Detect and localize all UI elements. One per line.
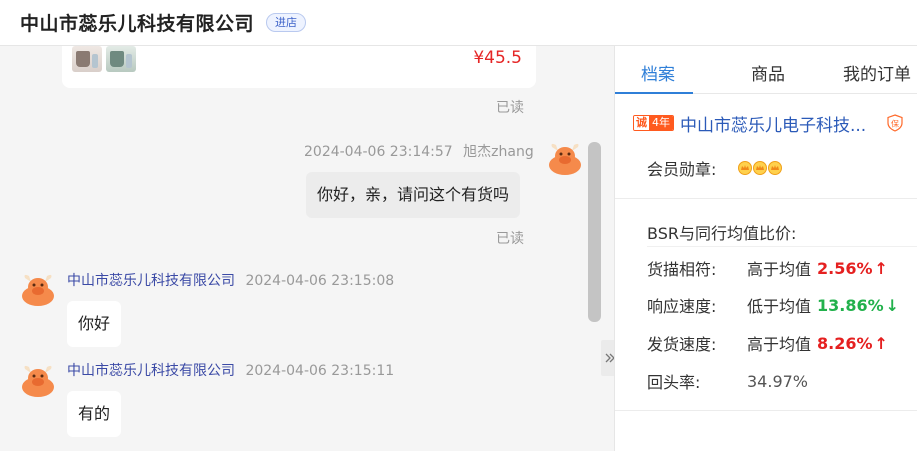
metric-value: 8.26%: [817, 333, 873, 353]
cow-avatar-icon[interactable]: [20, 361, 56, 397]
metric-repeat-rate: 回头率: 34.97%: [647, 370, 809, 393]
message-bubble: 有的: [67, 391, 122, 437]
tab-products[interactable]: 商品: [751, 60, 785, 85]
shop-name-link[interactable]: 中山市蕊乐儿电子科技...: [680, 111, 866, 136]
message-meta: 中山市蕊乐儿科技有限公司 2024-04-06 23:15:08: [67, 270, 394, 290]
message-meta: 2024-04-06 23:14:57 旭杰zhang: [304, 141, 534, 161]
metric-label: 响应速度:: [647, 297, 717, 316]
shop-info-panel: 档案 商品 我的订单 诚 4年 中山市蕊乐儿电子科技... 保 会员勋章: BS…: [614, 46, 917, 451]
read-status: 已读: [496, 100, 524, 116]
message-sender: 中山市蕊乐儿科技有限公司: [67, 273, 235, 289]
product-thumbnail: [72, 46, 102, 72]
member-medals: [738, 161, 783, 175]
chat-scrollbar[interactable]: [588, 142, 601, 322]
message-bubble: 你好: [67, 301, 122, 347]
cheng-badge-years: 4年: [649, 116, 673, 130]
metric-comparison: 高于均值: [747, 260, 812, 279]
member-medal-label: 会员勋章:: [647, 160, 717, 179]
product-thumbnail: [106, 46, 136, 72]
shop-info-row: 诚 4年 中山市蕊乐儿电子科技...: [633, 111, 866, 136]
message-time: 2024-04-06 23:14:57: [304, 144, 453, 160]
metric-value: 2.56%: [817, 258, 873, 278]
crown-medal-icon: [753, 161, 768, 175]
message-time: 2024-04-06 23:15:08: [245, 273, 395, 289]
tab-profile[interactable]: 档案: [641, 60, 675, 85]
shield-bao-icon[interactable]: 保: [887, 114, 903, 132]
message-sender: 旭杰zhang: [463, 144, 534, 160]
metric-label: 发货速度:: [647, 335, 717, 354]
crown-medal-icon: [738, 161, 753, 175]
bsr-title: BSR与同行均值比价:: [647, 224, 797, 243]
message-bubble: 你好，亲，请问这个有货吗: [306, 172, 521, 218]
section-divider: [615, 198, 917, 199]
panel-tabs: 档案 商品 我的订单: [615, 46, 917, 94]
arrow-up-icon: ↑: [874, 258, 888, 278]
read-status: 已读: [496, 231, 524, 247]
message-sender: 中山市蕊乐儿科技有限公司: [67, 363, 235, 379]
active-tab-indicator: [615, 92, 693, 94]
metric-label: 货描相符:: [647, 260, 717, 279]
tab-my-orders[interactable]: 我的订单: [843, 60, 911, 85]
svg-text:保: 保: [891, 119, 899, 129]
metric-description-match: 货描相符: 高于均值 2.56% ↑: [647, 257, 888, 280]
metric-value: 34.97%: [747, 371, 809, 391]
message-meta: 中山市蕊乐儿科技有限公司 2024-04-06 23:15:11: [67, 360, 394, 380]
chat-header: 中山市蕊乐儿科技有限公司 进店: [0, 0, 917, 46]
metric-value: 13.86%: [817, 295, 884, 315]
member-medal-row: 会员勋章:: [647, 156, 783, 180]
metric-response-speed: 响应速度: 低于均值 13.86% ↓: [647, 294, 900, 317]
metric-label: 回头率:: [647, 373, 701, 392]
metric-comparison: 低于均值: [747, 297, 812, 316]
arrow-down-icon: ↓: [885, 295, 900, 315]
shop-title: 中山市蕊乐儿科技有限公司: [20, 13, 255, 35]
cow-avatar-icon[interactable]: [547, 139, 583, 175]
cheng-years-badge: 诚 4年: [633, 115, 674, 131]
section-divider: [615, 410, 917, 411]
metric-shipping-speed: 发货速度: 高于均值 8.26% ↑: [647, 332, 888, 355]
product-card[interactable]: ¥45.5: [62, 46, 536, 88]
chat-message-area[interactable]: ¥45.5 已读 2024-04-06 23:14:57 旭杰zhang 你好，…: [0, 46, 603, 451]
bsr-divider: [647, 246, 917, 247]
cheng-badge-char: 诚: [634, 116, 649, 130]
enter-store-button[interactable]: 进店: [266, 13, 307, 32]
cow-avatar-icon[interactable]: [20, 270, 56, 306]
crown-medal-icon: [768, 161, 783, 175]
arrow-up-icon: ↑: [874, 333, 888, 353]
product-thumbnails: [72, 46, 136, 72]
product-price: ¥45.5: [473, 48, 522, 68]
metric-comparison: 高于均值: [747, 335, 812, 354]
message-time: 2024-04-06 23:15:11: [245, 363, 395, 379]
